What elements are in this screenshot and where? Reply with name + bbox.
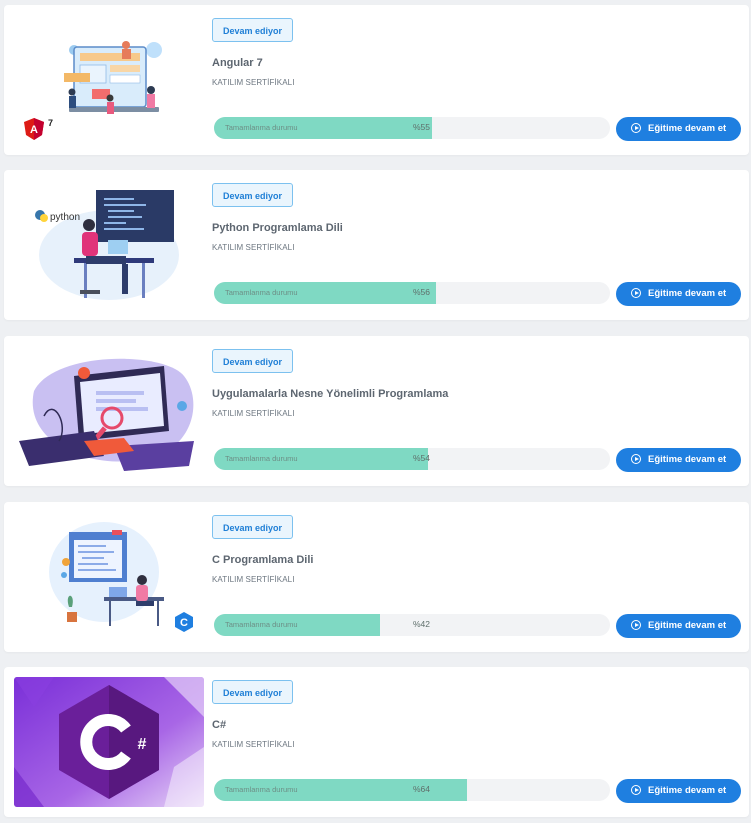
course-title: C Programlama Dili: [212, 554, 314, 566]
continue-course-button[interactable]: Eğitime devam et: [616, 448, 741, 472]
continue-course-label: Eğitime devam et: [648, 454, 727, 465]
progress-bar: Tamamlanma durumu %64: [214, 779, 610, 801]
progress-label: Tamamlanma durumu: [225, 288, 298, 297]
course-card: python Devam ediyor Python Programlama D…: [4, 170, 749, 320]
continue-course-label: Eğitime devam et: [648, 620, 727, 631]
course-certificate-label: KATILIM SERTİFİKALI: [212, 740, 295, 749]
status-badge: Devam ediyor: [212, 183, 294, 207]
progress-value: %55: [413, 122, 431, 132]
course-card: # Devam ediyor C# KATILIM SERTİFİKALI Ta…: [4, 667, 749, 817]
svg-text:C: C: [180, 617, 188, 629]
progress-value: %54: [413, 453, 431, 463]
course-title: C#: [212, 719, 227, 731]
status-badge: Devam ediyor: [212, 349, 294, 373]
play-circle-icon: [631, 620, 641, 630]
angular-version-label: 7: [48, 118, 53, 128]
continue-course-button[interactable]: Eğitime devam et: [616, 614, 741, 638]
course-thumbnail-angular: A 7: [14, 15, 204, 145]
svg-text:A: A: [30, 124, 38, 136]
continue-course-label: Eğitime devam et: [648, 288, 727, 299]
progress-bar: Tamamlanma durumu %54: [214, 448, 610, 470]
course-card: A 7 Devam ediyor Angular 7 KATILIM SERTİ…: [4, 5, 749, 155]
progress-label: Tamamlanma durumu: [225, 620, 298, 629]
continue-course-label: Eğitime devam et: [648, 785, 727, 796]
course-card: C Devam ediyor C Programlama Dili KATILI…: [4, 502, 749, 652]
progress-value: %64: [413, 784, 431, 794]
progress-label: Tamamlanma durumu: [225, 454, 298, 463]
course-certificate-label: KATILIM SERTİFİKALI: [212, 575, 295, 584]
course-thumbnail-oop: [14, 346, 204, 476]
continue-course-button[interactable]: Eğitime devam et: [616, 779, 741, 803]
course-certificate-label: KATILIM SERTİFİKALI: [212, 409, 295, 418]
progress-bar: Tamamlanma durumu %55: [214, 117, 610, 139]
progress-bar: Tamamlanma durumu %56: [214, 282, 610, 304]
progress-label: Tamamlanma durumu: [225, 123, 298, 132]
continue-course-button[interactable]: Eğitime devam et: [616, 117, 741, 141]
svg-text:#: #: [138, 736, 147, 753]
status-badge: Devam ediyor: [212, 18, 294, 42]
progress-value: %56: [413, 287, 431, 297]
continue-course-label: Eğitime devam et: [648, 123, 727, 134]
course-certificate-label: KATILIM SERTİFİKALI: [212, 243, 295, 252]
course-thumbnail-python: python: [14, 180, 204, 310]
python-logo-text: python: [50, 212, 80, 223]
progress-value: %42: [413, 619, 431, 629]
status-badge: Devam ediyor: [212, 515, 294, 539]
course-thumbnail-csharp: #: [14, 677, 204, 807]
play-circle-icon: [631, 454, 641, 464]
play-circle-icon: [631, 123, 641, 133]
course-card: Devam ediyor Uygulamalarla Nesne Yönelim…: [4, 336, 749, 486]
course-title: Python Programlama Dili: [212, 222, 343, 234]
progress-bar: Tamamlanma durumu %42: [214, 614, 610, 636]
course-title: Uygulamalarla Nesne Yönelimli Programlam…: [212, 388, 449, 400]
play-circle-icon: [631, 785, 641, 795]
play-circle-icon: [631, 288, 641, 298]
course-title: Angular 7: [212, 57, 263, 69]
course-certificate-label: KATILIM SERTİFİKALI: [212, 78, 295, 87]
continue-course-button[interactable]: Eğitime devam et: [616, 282, 741, 306]
status-badge: Devam ediyor: [212, 680, 294, 704]
course-thumbnail-c: C: [14, 512, 204, 642]
progress-label: Tamamlanma durumu: [225, 785, 298, 794]
